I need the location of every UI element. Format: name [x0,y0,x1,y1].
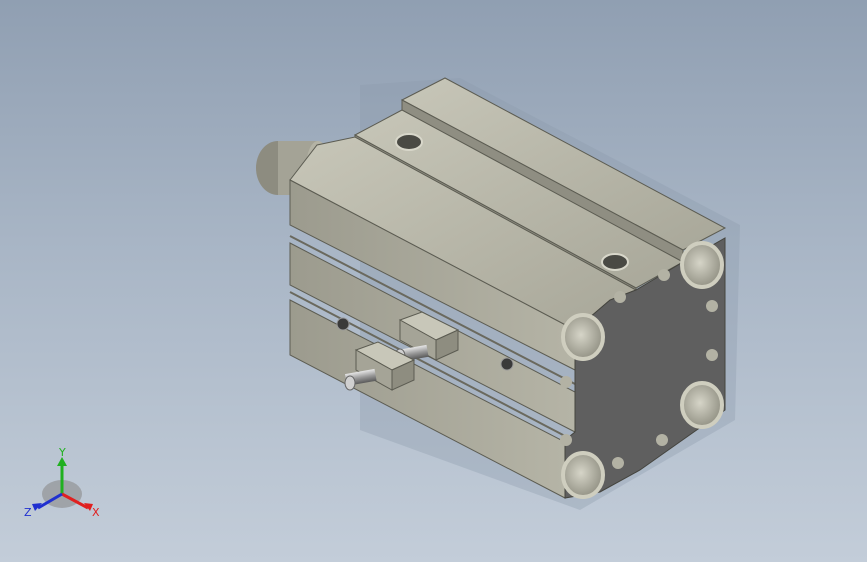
bore-bottom-left [561,451,605,499]
x-axis-label: X [92,506,100,519]
y-axis-label: Y [58,446,66,459]
bore-top-right [680,241,724,289]
sensor-screw-right [500,357,514,371]
orientation-triad[interactable]: Y X Z [20,446,110,526]
mounting-hole-front [601,253,629,271]
cad-3d-viewport[interactable]: Y X Z [0,0,867,562]
bore-mid-left [561,313,605,361]
z-axis-label: Z [24,506,32,519]
sensor-screw-left [336,317,350,331]
cylinder-model[interactable] [0,0,867,562]
mounting-hole-rear [395,133,423,151]
bore-mid-right [680,381,724,429]
